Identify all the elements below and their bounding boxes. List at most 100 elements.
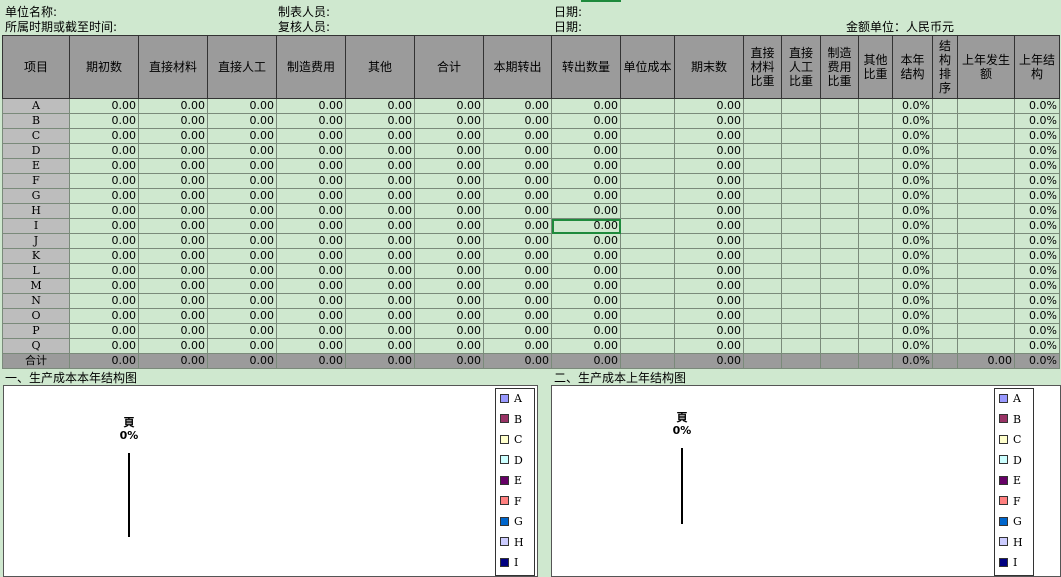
table-cell[interactable]: 0.00	[483, 143, 552, 159]
table-cell[interactable]: 0.00	[207, 113, 277, 129]
table-cell[interactable]	[957, 278, 1015, 294]
row-label[interactable]: C	[2, 128, 70, 144]
table-cell[interactable]	[957, 143, 1015, 159]
table-cell[interactable]	[620, 158, 675, 174]
table-cell[interactable]	[957, 188, 1015, 204]
table-cell[interactable]: 0.00	[674, 113, 744, 129]
table-cell[interactable]	[620, 188, 675, 204]
table-cell[interactable]: 0.00	[345, 323, 415, 339]
table-cell[interactable]: 0.00	[345, 353, 415, 369]
table-cell[interactable]: 0.0%	[892, 323, 933, 339]
table-cell[interactable]	[781, 128, 821, 144]
table-cell[interactable]: 0.00	[414, 323, 484, 339]
column-header[interactable]: 转出数量	[551, 35, 621, 99]
table-cell[interactable]: 0.00	[69, 188, 139, 204]
table-cell[interactable]: 0.00	[483, 128, 552, 144]
row-label[interactable]: H	[2, 203, 70, 219]
row-label[interactable]: L	[2, 263, 70, 279]
table-cell[interactable]	[820, 233, 859, 249]
table-cell[interactable]: 0.0%	[892, 143, 933, 159]
column-header[interactable]: 上年结构	[1014, 35, 1060, 99]
table-cell[interactable]: 0.00	[138, 323, 208, 339]
table-cell[interactable]: 0.0%	[1014, 173, 1060, 189]
column-header[interactable]: 期初数	[69, 35, 139, 99]
table-cell[interactable]: 0.0%	[1014, 263, 1060, 279]
table-cell[interactable]: 0.00	[138, 218, 208, 234]
table-cell[interactable]	[781, 188, 821, 204]
table-cell[interactable]: 0.00	[69, 278, 139, 294]
row-label[interactable]: E	[2, 158, 70, 174]
row-label[interactable]: O	[2, 308, 70, 324]
table-cell[interactable]	[820, 143, 859, 159]
table-cell[interactable]: 0.00	[138, 173, 208, 189]
table-cell[interactable]	[957, 248, 1015, 264]
row-label[interactable]: I	[2, 218, 70, 234]
table-cell[interactable]: 0.00	[414, 248, 484, 264]
table-cell[interactable]	[957, 308, 1015, 324]
table-cell[interactable]	[743, 278, 782, 294]
table-cell[interactable]: 0.00	[345, 128, 415, 144]
table-cell[interactable]: 0.00	[483, 158, 552, 174]
table-cell[interactable]: 0.00	[138, 248, 208, 264]
table-cell[interactable]: 0.00	[551, 158, 621, 174]
table-cell[interactable]	[781, 323, 821, 339]
table-cell[interactable]: 0.00	[276, 158, 346, 174]
table-cell[interactable]: 0.0%	[1014, 233, 1060, 249]
table-cell[interactable]	[620, 263, 675, 279]
column-header[interactable]: 期末数	[674, 35, 744, 99]
table-cell[interactable]: 0.0%	[892, 353, 933, 369]
table-cell[interactable]: 0.00	[276, 113, 346, 129]
legend-item[interactable]: F	[995, 492, 1033, 513]
table-cell[interactable]: 0.0%	[1014, 128, 1060, 144]
table-cell[interactable]: 0.00	[414, 263, 484, 279]
table-cell[interactable]: 0.00	[414, 113, 484, 129]
table-cell[interactable]: 0.00	[483, 308, 552, 324]
table-cell[interactable]: 0.00	[207, 188, 277, 204]
row-label[interactable]: M	[2, 278, 70, 294]
table-cell[interactable]: 0.00	[345, 188, 415, 204]
table-cell[interactable]: 0.0%	[892, 263, 933, 279]
table-cell[interactable]: 0.00	[207, 98, 277, 114]
table-cell[interactable]: 0.00	[276, 128, 346, 144]
table-cell[interactable]	[932, 143, 958, 159]
table-cell[interactable]: 0.00	[207, 353, 277, 369]
table-cell[interactable]: 0.00	[414, 308, 484, 324]
table-cell[interactable]: 0.00	[551, 338, 621, 354]
table-cell[interactable]	[620, 218, 675, 234]
table-cell[interactable]	[820, 128, 859, 144]
table-cell[interactable]: 0.0%	[1014, 308, 1060, 324]
table-cell[interactable]: 0.00	[345, 293, 415, 309]
table-cell[interactable]: 0.00	[138, 263, 208, 279]
table-cell[interactable]: 0.00	[138, 98, 208, 114]
column-header[interactable]: 项目	[2, 35, 70, 99]
table-cell[interactable]: 0.00	[483, 263, 552, 279]
table-cell[interactable]: 0.00	[674, 233, 744, 249]
table-cell[interactable]	[858, 218, 893, 234]
table-cell[interactable]	[957, 233, 1015, 249]
table-cell[interactable]	[620, 353, 675, 369]
table-cell[interactable]	[743, 263, 782, 279]
table-cell[interactable]	[820, 203, 859, 219]
table-cell[interactable]	[781, 308, 821, 324]
row-label[interactable]: K	[2, 248, 70, 264]
table-cell[interactable]: 0.00	[276, 353, 346, 369]
table-cell[interactable]: 0.0%	[892, 308, 933, 324]
legend-item[interactable]: A	[496, 389, 534, 410]
table-cell[interactable]: 0.00	[207, 218, 277, 234]
table-cell[interactable]	[620, 323, 675, 339]
table-cell[interactable]: 0.0%	[1014, 323, 1060, 339]
table-cell[interactable]: 0.00	[345, 143, 415, 159]
table-cell[interactable]: 0.00	[69, 293, 139, 309]
table-cell[interactable]	[620, 98, 675, 114]
column-header[interactable]: 直接材料	[138, 35, 208, 99]
table-cell[interactable]: 0.00	[138, 128, 208, 144]
table-cell[interactable]	[743, 323, 782, 339]
table-cell[interactable]	[781, 263, 821, 279]
table-cell[interactable]: 0.00	[551, 308, 621, 324]
table-cell[interactable]	[781, 158, 821, 174]
table-cell[interactable]	[932, 218, 958, 234]
table-cell[interactable]	[743, 158, 782, 174]
table-cell[interactable]: 0.0%	[1014, 143, 1060, 159]
table-cell[interactable]	[620, 128, 675, 144]
table-cell[interactable]: 0.00	[551, 113, 621, 129]
